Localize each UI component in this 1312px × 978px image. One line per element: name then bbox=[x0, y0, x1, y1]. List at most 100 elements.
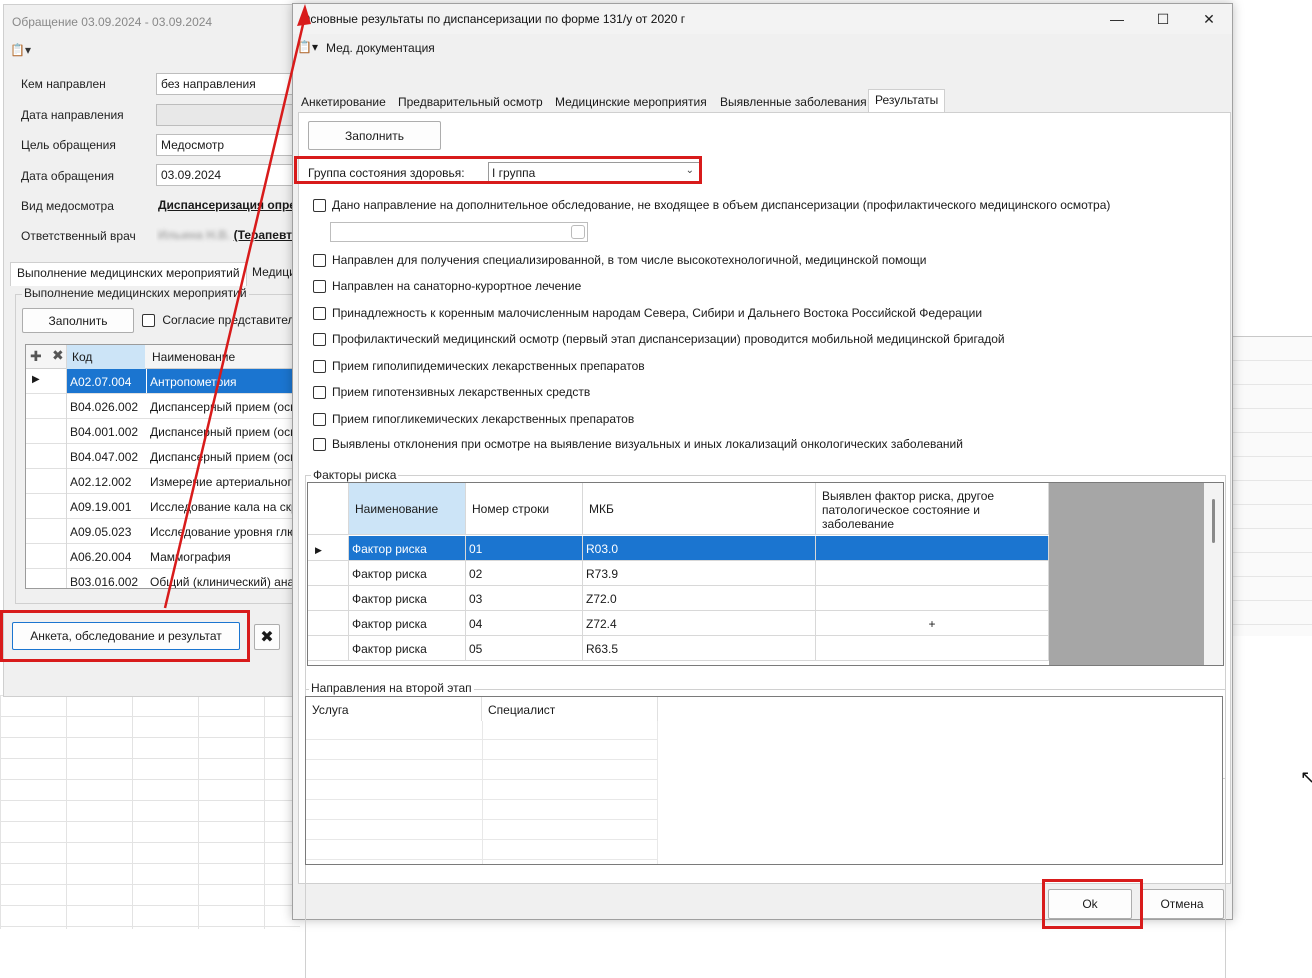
scrollbar-thumb[interactable] bbox=[1212, 499, 1215, 543]
referred-by-label: Кем направлен bbox=[21, 77, 106, 91]
delete-row-icon[interactable]: ✖ bbox=[52, 347, 64, 364]
checkbox-hypolipidemic[interactable]: Прием гиполипидемических лекарственных п… bbox=[313, 359, 645, 374]
appeal-date-label: Дата обращения bbox=[21, 169, 115, 183]
table-row[interactable]: Фактор риска 05 R63.5 bbox=[308, 636, 1049, 661]
table-row[interactable]: ▶ Фактор риска 01 R03.0 bbox=[308, 536, 1049, 561]
risk-factors-grid: Наименование Номер строки МКБ Выявлен фа… bbox=[307, 482, 1224, 666]
checkbox-hypoglycemic[interactable]: Прием гипогликемических лекарственных пр… bbox=[313, 412, 634, 427]
maximize-icon[interactable]: ☐ bbox=[1140, 4, 1186, 34]
checkbox[interactable] bbox=[313, 360, 326, 374]
consent-checkbox[interactable] bbox=[142, 314, 155, 328]
background-spreadsheet-right bbox=[1232, 336, 1312, 636]
checkbox-indigenous[interactable]: Принадлежность к коренным малочисленным … bbox=[313, 306, 982, 321]
med-docs-menu[interactable]: Мед. документация bbox=[326, 41, 435, 55]
exam-type-link[interactable]: Диспансеризация опре bbox=[156, 195, 304, 217]
referral-date-label: Дата направления bbox=[21, 108, 124, 122]
add-row-icon[interactable]: ✚ bbox=[30, 348, 42, 365]
tab-results[interactable]: Результаты bbox=[868, 89, 946, 114]
mouse-cursor-icon: ↖ bbox=[1300, 767, 1312, 787]
responsible-doctor-label: Ответственный врач bbox=[21, 229, 136, 243]
table-row[interactable]: B04.026.002 Диспансерный прием (осм bbox=[26, 394, 303, 419]
appeal-window: Обращение 03.09.2024 - 03.09.2024 📋▾ Кем… bbox=[3, 4, 307, 697]
table-row[interactable]: Фактор риска 04 Z72.4 + bbox=[308, 611, 1049, 636]
table-row[interactable]: A06.20.004 Маммография bbox=[26, 544, 303, 569]
dialog-menubar: 📋▾ Мед. документация bbox=[293, 34, 1232, 60]
checkbox-oncology[interactable]: Выявлены отклонения при осмотре на выявл… bbox=[313, 437, 963, 452]
checkbox-hypotensive[interactable]: Прием гипотензивных лекарственных средст… bbox=[313, 385, 590, 400]
checkbox[interactable] bbox=[313, 199, 326, 213]
extra-exam-input[interactable] bbox=[330, 222, 588, 242]
consent-label: Согласие представителя bbox=[162, 313, 302, 327]
dialog-titlebar: Основные результаты по диспансеризации п… bbox=[293, 4, 1232, 34]
close-icon[interactable]: ✕ bbox=[1186, 4, 1232, 34]
activities-group-title: Выполнение медицинских мероприятий bbox=[22, 286, 249, 300]
checkbox[interactable] bbox=[313, 413, 326, 427]
table-row[interactable]: Фактор риска 02 R73.9 bbox=[308, 561, 1049, 586]
tab-medical-activities-dlg[interactable]: Медицинские мероприятия bbox=[552, 91, 710, 113]
dialog-title: Основные результаты по диспансеризации п… bbox=[301, 12, 686, 26]
document-menu-icon[interactable]: 📋▾ bbox=[10, 43, 31, 57]
second-stage-title: Направления на второй этап bbox=[309, 681, 474, 695]
activities-grid-header: ✚ ✖ Код Наименование bbox=[26, 345, 303, 369]
table-row[interactable]: B03.016.002 Общий (клинический) ана bbox=[26, 569, 303, 588]
tab-survey[interactable]: Анкетирование bbox=[298, 91, 389, 113]
second-stage-grid: Услуга Специалист bbox=[305, 696, 1223, 865]
back-tabs: Выполнение медицинских мероприятий Медиц… bbox=[10, 262, 304, 286]
annotation-highlight-health-group bbox=[294, 156, 702, 184]
col-header-found[interactable]: Выявлен фактор риска, другое патологичес… bbox=[816, 483, 1049, 535]
fill-button[interactable]: Заполнить bbox=[308, 121, 441, 150]
tab-diseases[interactable]: Выявленные заболевания bbox=[717, 91, 870, 113]
activities-grid: ✚ ✖ Код Наименование ▶ A02.07.004 Антроп… bbox=[25, 344, 304, 589]
cancel-button[interactable]: Отмена bbox=[1140, 889, 1224, 919]
table-row[interactable]: B04.001.002 Диспансерный прием (осм bbox=[26, 419, 303, 444]
row-header-corner bbox=[308, 483, 349, 535]
checkbox[interactable] bbox=[313, 280, 326, 294]
table-row[interactable]: Фактор риска 03 Z72.0 bbox=[308, 586, 1049, 611]
grid-empty-area bbox=[1049, 483, 1204, 665]
risk-factors-title: Факторы риска bbox=[311, 468, 399, 482]
tab-preliminary-exam[interactable]: Предварительный осмотр bbox=[395, 91, 546, 113]
minimize-icon[interactable]: — bbox=[1094, 4, 1140, 34]
results-dialog: Основные результаты по диспансеризации п… bbox=[292, 3, 1233, 978]
annotation-highlight-ok bbox=[1042, 879, 1143, 929]
exam-type-label: Вид медосмотра bbox=[21, 199, 114, 213]
appeal-purpose-field[interactable]: Медосмотр bbox=[156, 134, 304, 156]
col-header-line[interactable]: Номер строки bbox=[466, 483, 583, 535]
appeal-purpose-label: Цель обращения bbox=[21, 138, 116, 152]
responsible-doctor-link[interactable]: Ильина Н.В. (Терапевт у bbox=[156, 225, 304, 247]
referral-date-field[interactable] bbox=[156, 104, 304, 126]
fill-button-back[interactable]: Заполнить bbox=[22, 308, 134, 333]
checkbox[interactable] bbox=[313, 438, 326, 452]
checkbox[interactable] bbox=[313, 333, 326, 347]
checkbox[interactable] bbox=[313, 386, 326, 400]
col-header-specialist[interactable]: Специалист bbox=[482, 697, 658, 721]
checkbox-mobile-team[interactable]: Профилактический медицинский осмотр (пер… bbox=[313, 332, 1005, 347]
table-row[interactable]: A09.05.023 Исследование уровня глю bbox=[26, 519, 303, 544]
document-dropdown-icon[interactable]: 📋▾ bbox=[297, 40, 318, 54]
background-spreadsheet bbox=[0, 695, 300, 929]
checkbox-specialized-care[interactable]: Направлен для получения специализированн… bbox=[313, 253, 927, 268]
table-row[interactable]: A02.12.002 Измерение артериального bbox=[26, 469, 303, 494]
row-indicator-icon: ▶ bbox=[32, 374, 40, 385]
checkbox-sanatorium[interactable]: Направлен на санаторно-курортное лечение bbox=[313, 279, 581, 294]
code-column-header[interactable]: Код bbox=[67, 345, 145, 369]
col-header-mkb[interactable]: МКБ bbox=[583, 483, 816, 535]
col-header-service[interactable]: Услуга bbox=[306, 697, 482, 721]
table-row[interactable]: ▶ A02.07.004 Антропометрия bbox=[26, 369, 303, 394]
name-column-header[interactable]: Наименование bbox=[146, 345, 303, 369]
doctor-name-blurred: Ильина Н.В. bbox=[158, 228, 231, 242]
referred-by-field[interactable]: без направления bbox=[156, 73, 304, 95]
extra-exam-button-icon[interactable] bbox=[571, 225, 585, 239]
checkbox-extra-exam[interactable]: Дано направление на дополнительное обсле… bbox=[313, 198, 1110, 213]
table-row[interactable]: B04.047.002 Диспансерный прием (осм bbox=[26, 444, 303, 469]
checkbox[interactable] bbox=[313, 307, 326, 321]
col-header-name[interactable]: Наименование bbox=[349, 483, 466, 535]
tab-medical-activities[interactable]: Выполнение медицинских мероприятий bbox=[10, 262, 247, 286]
appeal-date-field[interactable]: 03.09.2024 bbox=[156, 164, 304, 186]
close-small-icon[interactable]: ✖ bbox=[254, 624, 280, 650]
checkbox[interactable] bbox=[313, 254, 326, 268]
consent-checkbox-row[interactable]: Согласие представителя bbox=[142, 313, 302, 328]
table-row[interactable]: A09.19.001 Исследование кала на скр bbox=[26, 494, 303, 519]
vertical-scrollbar[interactable] bbox=[1204, 483, 1223, 665]
appeal-window-title: Обращение 03.09.2024 - 03.09.2024 bbox=[12, 15, 213, 29]
